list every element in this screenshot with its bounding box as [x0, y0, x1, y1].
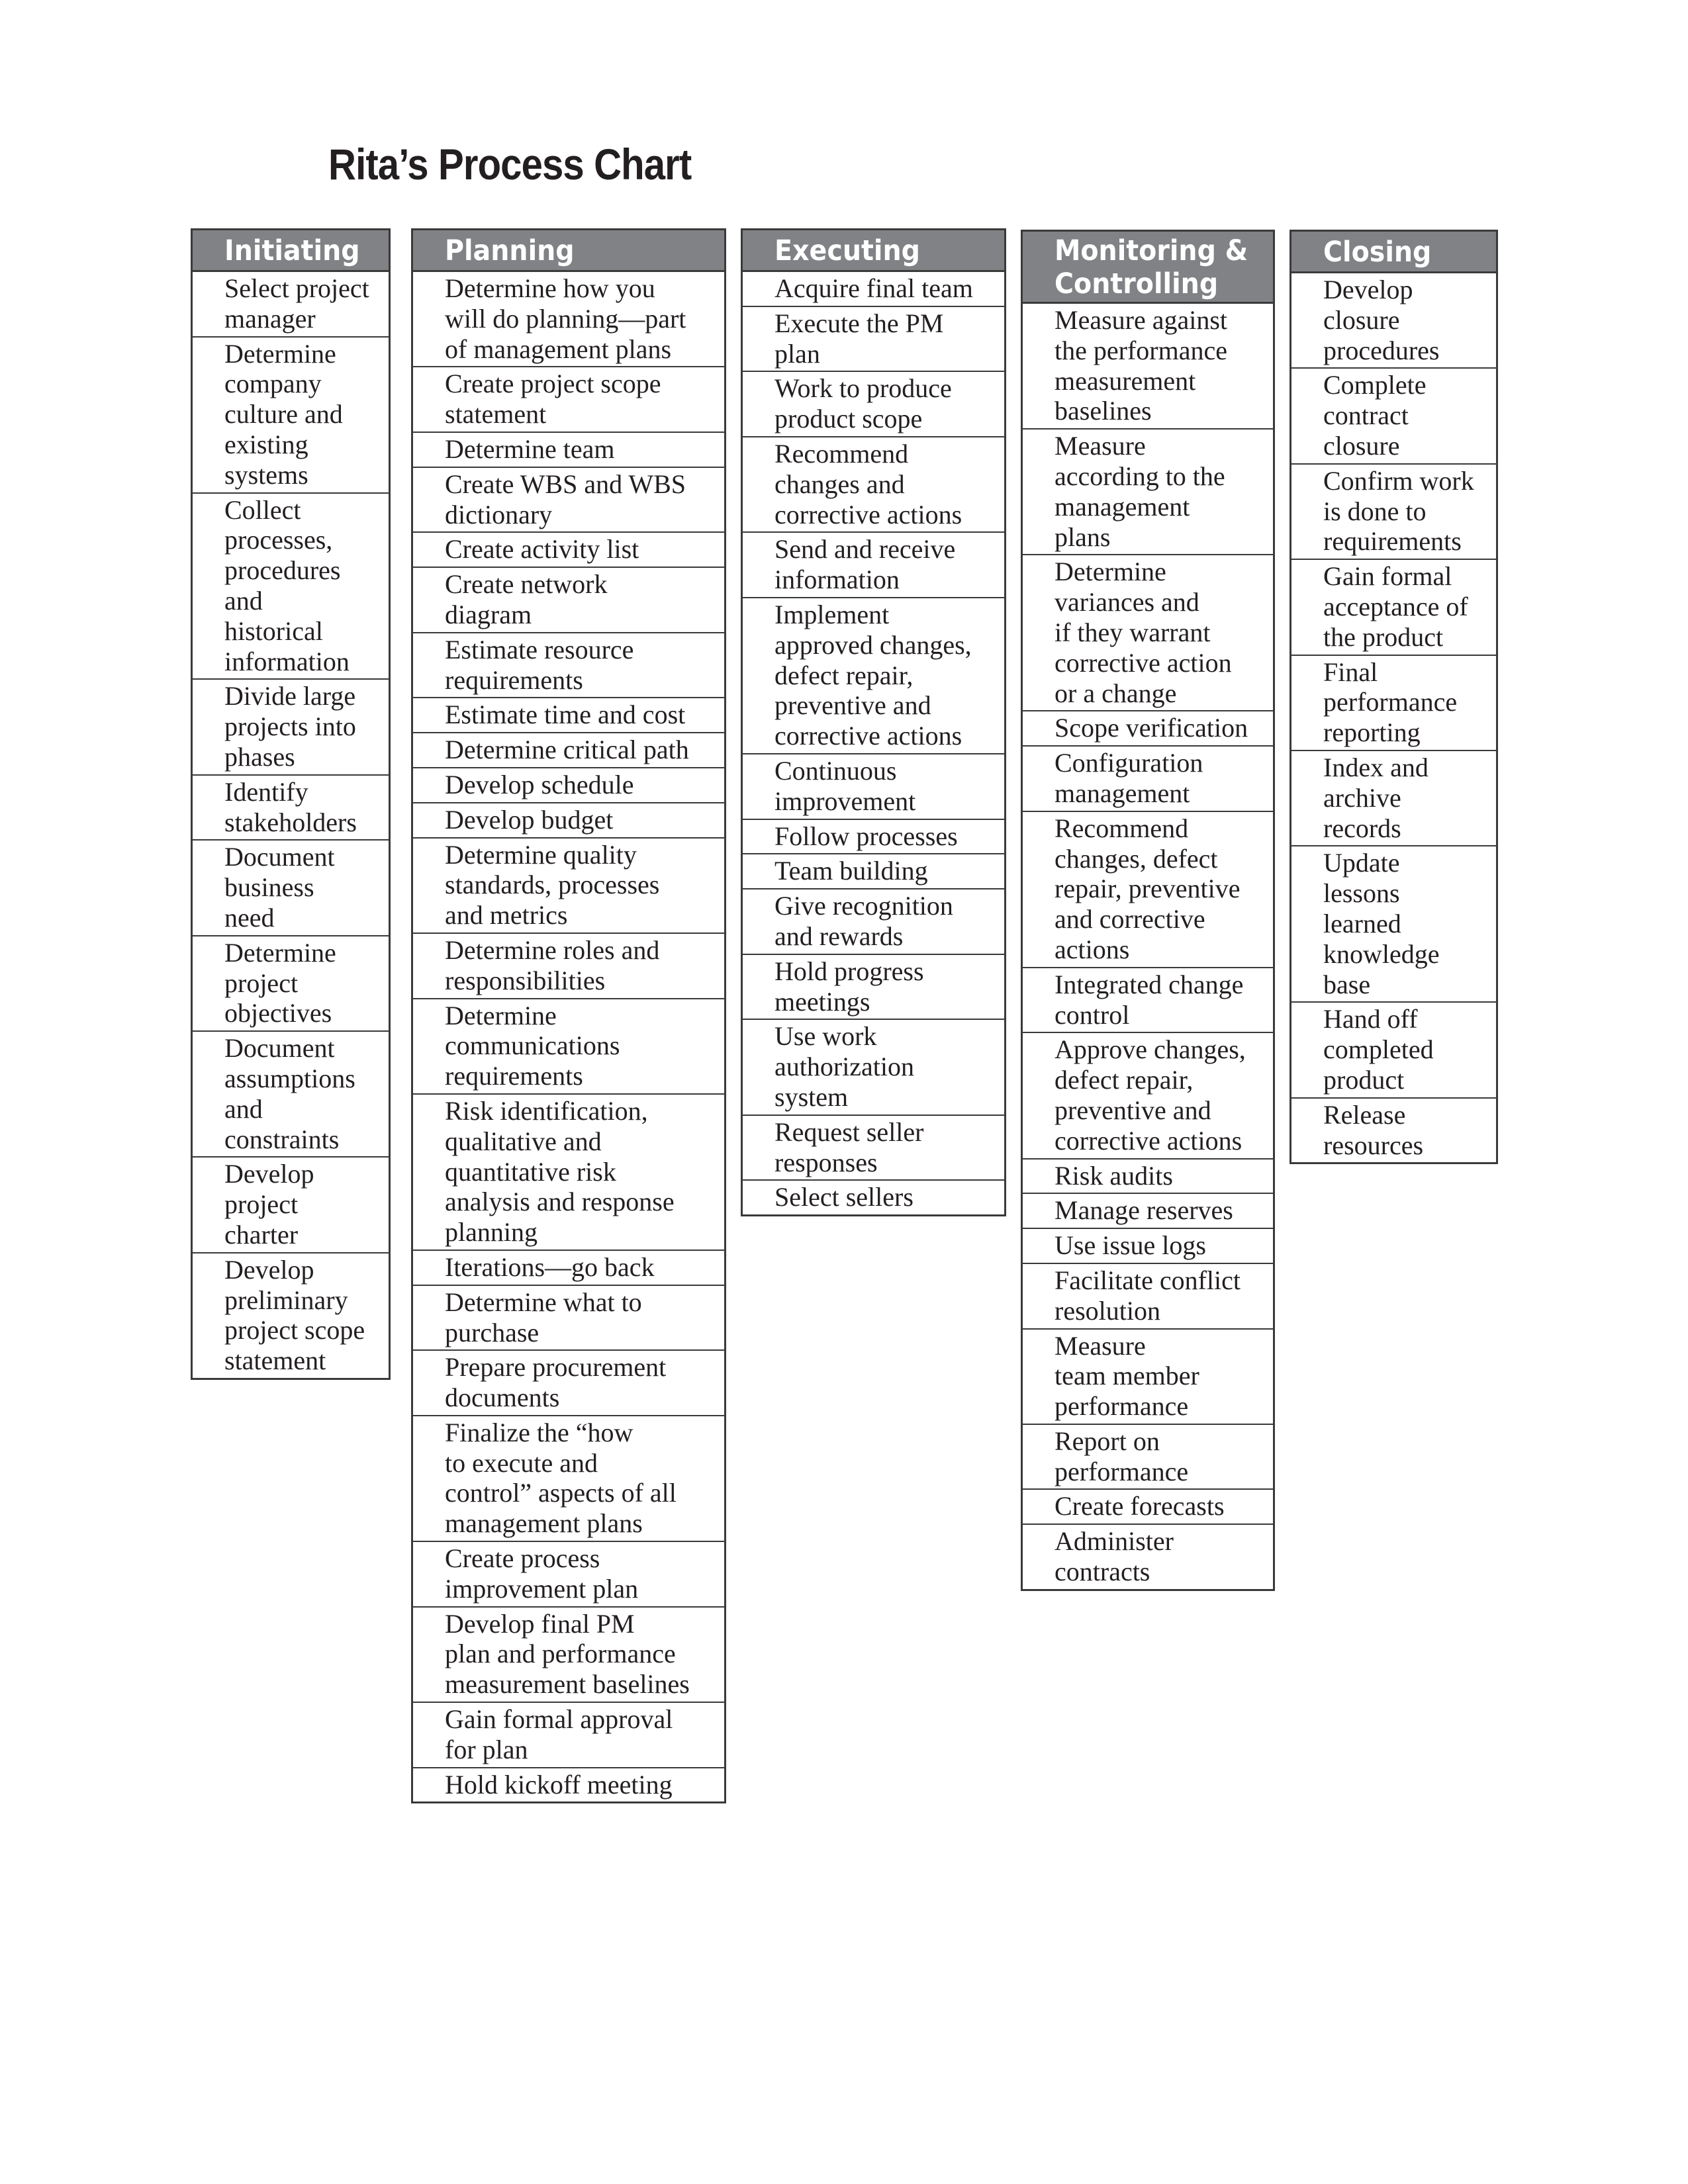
- process-item: Determine project objectives: [193, 936, 389, 1032]
- process-item: Hold kickoff meeting: [445, 1769, 673, 1799]
- process-item: Collect processes, procedures and histor…: [193, 494, 389, 680]
- process-item: Manage reserves: [1023, 1194, 1273, 1230]
- process-item: Prepare procurement documents: [413, 1351, 724, 1416]
- process-item: Integrated change control: [1023, 968, 1273, 1034]
- process-item: Develop preliminary project scope statem…: [224, 1254, 365, 1376]
- process-item: Send and receive information: [743, 533, 1004, 598]
- process-list: Measure against the performance measurem…: [1023, 304, 1273, 1589]
- column-header-label: Monitoring & Controlling: [1055, 234, 1248, 300]
- process-group-closing: Closing Develop closure procedures Comple…: [1289, 230, 1498, 1165]
- process-item: Develop schedule: [413, 768, 724, 803]
- process-item: Create activity list: [413, 533, 724, 569]
- process-item: Determine company culture and existing s…: [193, 338, 389, 494]
- process-item: Execute the PM plan: [743, 307, 1004, 373]
- column-header-monitoring-controlling: Monitoring & Controlling: [1023, 232, 1273, 304]
- process-group-monitoring-controlling: Monitoring & Controlling Measure against…: [1021, 230, 1275, 1591]
- process-item: Recommend changes, defect repair, preven…: [1023, 812, 1273, 968]
- process-list: Determine how you will do planning—part …: [413, 272, 724, 1801]
- process-group-initiating: Initiating Select project manager Determi…: [191, 228, 391, 1380]
- process-item: Risk identification, qualitative and qua…: [413, 1095, 724, 1251]
- process-item: Determine variances and if they warrant …: [1023, 555, 1273, 712]
- process-item: Determine what to purchase: [413, 1286, 724, 1351]
- process-item: Document assumptions and constraints: [193, 1032, 389, 1158]
- process-item: Document business need: [193, 841, 389, 936]
- process-item: Recommend changes and corrective actions: [743, 437, 1004, 533]
- process-item: Measure team member performance: [1023, 1330, 1273, 1425]
- process-item: Estimate resource requirements: [413, 633, 724, 699]
- column-header-planning: Planning: [413, 230, 724, 272]
- process-item: Team building: [743, 854, 1004, 890]
- process-item: Estimate time and cost: [413, 698, 724, 734]
- process-item: Divide large projects into phases: [193, 680, 389, 776]
- process-item: Determine critical path: [413, 733, 724, 768]
- process-item: Develop project charter: [193, 1158, 389, 1253]
- process-list: Acquire final team Execute the PM plan Wor…: [743, 272, 1004, 1214]
- process-item: Risk audits: [1023, 1160, 1273, 1195]
- process-item: Measure according to the management plan…: [1023, 430, 1273, 556]
- process-item: Approve changes, defect repair, preventi…: [1023, 1033, 1273, 1160]
- process-group-planning: Planning Determine how you will do plann…: [411, 228, 726, 1804]
- process-list: Develop closure procedures Complete contr…: [1291, 273, 1496, 1162]
- process-item: Configuration management: [1023, 747, 1273, 812]
- process-item: Iterations—go back: [413, 1251, 724, 1286]
- process-item: Develop closure procedures: [1291, 273, 1496, 369]
- process-item: Use work authorization system: [743, 1020, 1004, 1116]
- process-item: Final performance reporting: [1291, 656, 1496, 751]
- column-header-executing: Executing: [743, 230, 1004, 272]
- process-item: Gain formal acceptance of the product: [1291, 560, 1496, 656]
- column-header-initiating: Initiating: [193, 230, 389, 272]
- process-item: Use issue logs: [1023, 1229, 1273, 1264]
- process-list: Select project manager Determine company …: [193, 272, 389, 1378]
- column-header-label: Executing: [774, 234, 920, 267]
- process-item: Request seller responses: [743, 1116, 1004, 1181]
- process-item: Measure against the performance measurem…: [1023, 304, 1273, 430]
- process-item: Implement approved changes, defect repai…: [743, 598, 1004, 754]
- column-header-label: Planning: [445, 234, 575, 267]
- process-item: Report on performance: [1023, 1425, 1273, 1490]
- process-item: Create process improvement plan: [413, 1542, 724, 1608]
- process-item: Gain formal approval for plan: [413, 1703, 724, 1768]
- column-header-label: Initiating: [224, 234, 360, 267]
- process-item: Select sellers: [774, 1182, 914, 1212]
- process-item: Select project manager: [193, 272, 389, 338]
- process-item: Determine communications requirements: [413, 999, 724, 1095]
- process-item: Facilitate conflict resolution: [1023, 1264, 1273, 1330]
- process-item: Determine how you will do planning—part …: [413, 272, 724, 368]
- process-item: Create WBS and WBS dictionary: [413, 468, 724, 533]
- process-item: Create network diagram: [413, 568, 724, 633]
- process-item: Update lessons learned knowledge base: [1291, 846, 1496, 1003]
- process-item: Finalize the “how to execute and control…: [413, 1416, 724, 1543]
- process-item: Acquire final team: [743, 272, 1004, 307]
- process-item: Hand off completed product: [1291, 1003, 1496, 1099]
- process-item: Identify stakeholders: [193, 776, 389, 841]
- process-item: Create project scope statement: [413, 367, 724, 433]
- column-header-label: Closing: [1323, 236, 1432, 269]
- process-item: Develop budget: [413, 803, 724, 839]
- process-item: Give recognition and rewards: [743, 889, 1004, 955]
- process-item: Determine team: [413, 433, 724, 468]
- process-group-executing: Executing Acquire final team Execute the …: [741, 228, 1006, 1217]
- process-item: Administer contracts: [1055, 1526, 1174, 1587]
- process-item: Determine roles and responsibilities: [413, 934, 724, 999]
- process-item: Confirm work is done to requirements: [1291, 465, 1496, 561]
- process-item: Index and archive records: [1291, 751, 1496, 847]
- process-item: Hold progress meetings: [743, 955, 1004, 1021]
- column-header-closing: Closing: [1291, 232, 1496, 273]
- process-item: Scope verification: [1023, 711, 1273, 747]
- process-item: Complete contract closure: [1291, 369, 1496, 465]
- process-item: Follow processes: [743, 820, 1004, 855]
- process-item: Create forecasts: [1023, 1490, 1273, 1525]
- process-item: Release resources: [1323, 1099, 1424, 1160]
- process-item: Work to produce product scope: [743, 372, 1004, 437]
- page-title: Rita’s Process Chart: [328, 140, 692, 189]
- process-item: Determine quality standards, processes a…: [413, 839, 724, 934]
- process-item: Develop final PM plan and performance me…: [413, 1608, 724, 1704]
- process-item: Continuous improvement: [743, 754, 1004, 820]
